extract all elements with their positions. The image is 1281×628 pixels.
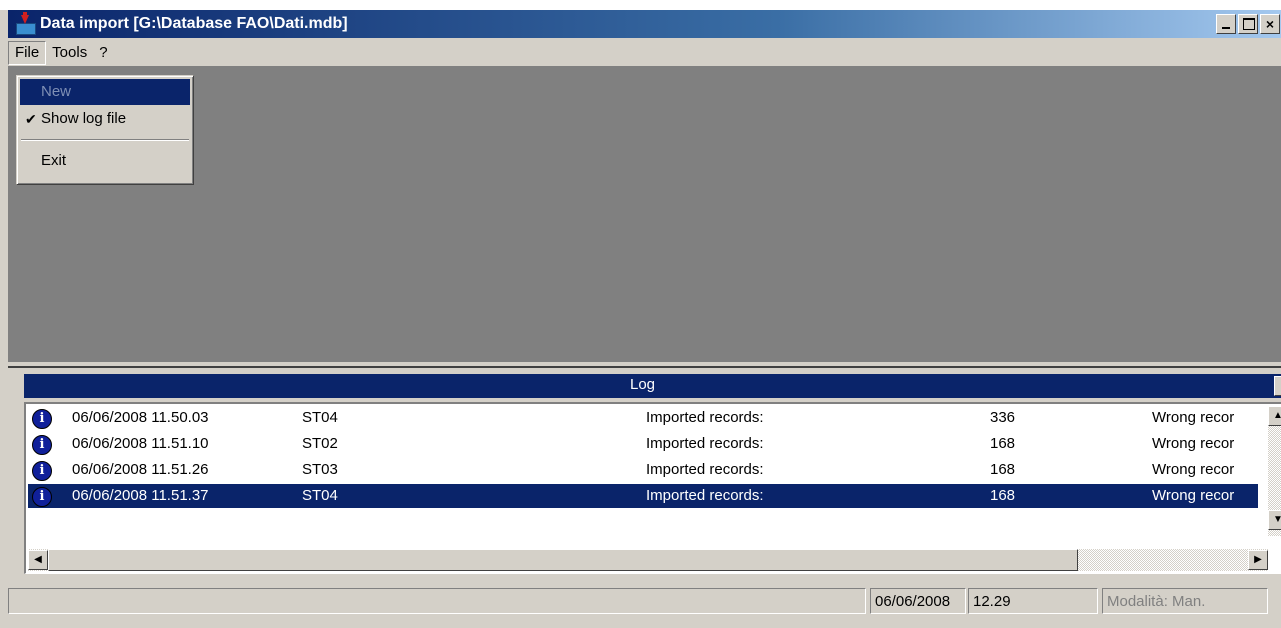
log-station: ST04 — [302, 409, 338, 426]
log-count: 168 — [990, 461, 1016, 478]
log-time: 06/06/2008 11.51.37 — [72, 487, 209, 504]
scroll-right-button[interactable]: ▶ — [1248, 550, 1268, 570]
log-row-selected[interactable]: i 06/06/2008 11.51.37 ST04 Imported reco… — [27, 483, 1259, 509]
horizontal-scroll-thumb[interactable] — [48, 549, 1078, 571]
arrow-up-icon: ▲ — [1273, 410, 1281, 421]
status-time: 12.29 — [968, 588, 1098, 614]
menu-item-exit[interactable]: Exit — [17, 147, 193, 175]
scroll-up-button[interactable]: ▲ — [1268, 406, 1281, 426]
menu-item-show-log-file[interactable]: ✔ Show log file — [17, 105, 193, 133]
minimize-icon — [1222, 27, 1230, 29]
log-header: Log × — [24, 374, 1281, 398]
menu-separator — [21, 139, 189, 141]
log-station: ST02 — [302, 435, 338, 452]
log-station: ST03 — [302, 461, 338, 478]
scroll-left-button[interactable]: ◀ — [28, 550, 48, 570]
log-count: 168 — [990, 487, 1016, 504]
minimize-button[interactable] — [1216, 14, 1236, 34]
log-time: 06/06/2008 11.50.03 — [72, 409, 209, 426]
close-icon: × — [1265, 16, 1275, 32]
info-icon: i — [32, 461, 52, 481]
status-bar: 06/06/2008 12.29 Modalità: Man. — [8, 586, 1281, 614]
log-count: 168 — [990, 435, 1016, 452]
log-station: ST04 — [302, 487, 338, 504]
menu-file[interactable]: File — [8, 41, 47, 65]
file-menu-dropdown: New ✔ Show log file Exit — [16, 75, 194, 185]
maximize-icon — [1243, 18, 1255, 30]
menu-item-new[interactable]: New — [20, 79, 190, 105]
menu-help[interactable]: ? — [93, 42, 113, 64]
log-close-button[interactable]: × — [1274, 376, 1281, 396]
status-message — [8, 588, 866, 614]
info-icon: i — [32, 435, 52, 455]
info-icon: i — [32, 409, 52, 429]
status-mode: Modalità: Man. — [1102, 588, 1268, 614]
log-message: Imported records: — [646, 487, 764, 504]
log-row[interactable]: i 06/06/2008 11.51.26 ST03 Imported reco… — [28, 458, 1258, 482]
log-panel: Log × i 06/06/2008 11.50.03 ST04 Importe… — [8, 366, 1281, 586]
menu-tools[interactable]: Tools — [46, 42, 93, 64]
menu-bar: File Tools ? — [8, 40, 1281, 66]
status-date: 06/06/2008 — [870, 588, 966, 614]
close-window-button[interactable]: × — [1260, 14, 1280, 34]
log-horizontal-scrollbar[interactable]: ◀ ▶ — [28, 549, 1268, 571]
title-bar[interactable]: Data import [G:\Database FAO\Dati.mdb] × — [8, 10, 1281, 38]
arrow-left-icon: ◀ — [34, 554, 42, 565]
app-import-icon — [16, 12, 36, 35]
log-time: 06/06/2008 11.51.10 — [72, 435, 209, 452]
mdi-workspace — [8, 66, 1281, 362]
log-message: Imported records: — [646, 409, 764, 426]
log-message: Imported records: — [646, 461, 764, 478]
window-title: Data import [G:\Database FAO\Dati.mdb] — [40, 15, 348, 32]
log-message: Imported records: — [646, 435, 764, 452]
log-vertical-scrollbar[interactable]: ▲ ▼ — [1268, 406, 1281, 536]
log-title: Log — [630, 376, 656, 393]
log-count: 336 — [990, 409, 1016, 426]
log-wrong-records: Wrong recor — [1152, 487, 1235, 504]
log-wrong-records: Wrong recor — [1152, 409, 1235, 426]
arrow-right-icon: ▶ — [1254, 554, 1262, 565]
maximize-button[interactable] — [1238, 14, 1258, 34]
log-time: 06/06/2008 11.51.26 — [72, 461, 209, 478]
arrow-down-icon: ▼ — [1273, 514, 1281, 525]
scroll-down-button[interactable]: ▼ — [1268, 510, 1281, 530]
log-list[interactable]: i 06/06/2008 11.50.03 ST04 Imported reco… — [24, 402, 1281, 574]
log-row[interactable]: i 06/06/2008 11.50.03 ST04 Imported reco… — [28, 406, 1258, 430]
log-wrong-records: Wrong recor — [1152, 435, 1235, 452]
checkmark-icon: ✔ — [25, 111, 37, 127]
log-wrong-records: Wrong recor — [1152, 461, 1235, 478]
log-row[interactable]: i 06/06/2008 11.51.10 ST02 Imported reco… — [28, 432, 1258, 456]
info-icon: i — [32, 487, 52, 507]
